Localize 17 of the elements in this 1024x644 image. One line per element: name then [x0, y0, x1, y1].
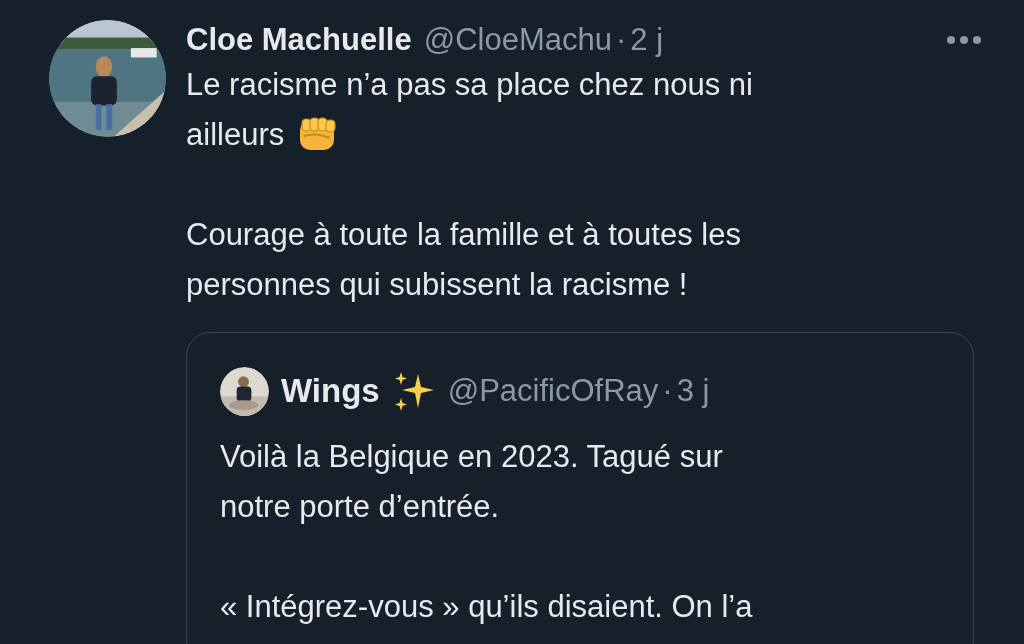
timestamp[interactable]: 2 j — [630, 16, 664, 64]
tweet-text-line: Le racisme n’a pas sa place chez nous ni — [186, 66, 753, 104]
quoted-timestamp: 3 j — [676, 371, 710, 410]
tweet-text-line: Courage à toute la famille et à toutes les — [186, 216, 741, 254]
author-name[interactable]: Cloe Machuelle — [186, 16, 412, 64]
tweet-text-line: notre porte d’entrée. — [220, 488, 500, 526]
tweet-text-line: ailleurs — [186, 116, 285, 154]
separator-dot: · — [662, 371, 673, 410]
separator-dot: · — [615, 20, 627, 59]
quoted-author-handle: @PacificOfRay — [447, 371, 659, 410]
tweet-text-line: « Intégrez-vous » qu’ils disaient. On l’a — [220, 588, 753, 626]
tweet-text-line: Voilà la Belgique en 2023. Tagué sur — [220, 438, 723, 476]
quoted-tweet-card[interactable]: Wings @PacificOfRay·3 j Voilà la Belgique en 2023. Tagué sur notre porte d’entrée. « Intégrez-vous » qu’ils disaient. On l’a — [186, 332, 974, 644]
more-options-icon[interactable] — [946, 35, 982, 45]
quoted-author-name: Wings — [281, 371, 380, 412]
author-handle: @CloeMachu — [423, 20, 612, 59]
tweet-text-line: personnes qui subissent la racisme ! — [186, 266, 688, 304]
